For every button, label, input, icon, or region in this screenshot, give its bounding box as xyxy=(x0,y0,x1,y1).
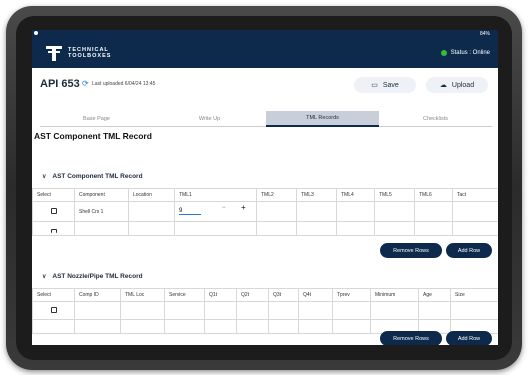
col-tml5: TML5 xyxy=(374,188,415,202)
brand-name: TECHNICAL TOOLBOXES xyxy=(68,47,111,59)
tab-checklists[interactable]: Checklists xyxy=(379,111,492,127)
col-tml-loc: TML Loc xyxy=(120,288,165,302)
col-comp-id: Comp ID xyxy=(74,288,121,302)
chevron-down-icon: ∨ xyxy=(42,174,47,180)
save-button[interactable]: ▭ Save xyxy=(354,77,416,93)
tab-base-page[interactable]: Base Page xyxy=(40,111,153,127)
col-tml1: TML1 xyxy=(174,188,257,202)
section-title: AST Component TML Record xyxy=(34,131,152,141)
upload-label: Upload xyxy=(451,81,475,89)
location-cell[interactable] xyxy=(128,201,175,222)
remove-rows-button[interactable]: Remove Rows xyxy=(380,243,442,258)
nozzle-tml-table: Select Comp ID TML Loc Service Q1t Q2t Q… xyxy=(32,288,498,334)
row-select-checkbox[interactable] xyxy=(50,207,57,214)
app-screen: 84% TECHNICAL TOOLBOXES Status : Online … xyxy=(32,30,498,345)
tml4-cell[interactable] xyxy=(336,201,375,222)
nozzle-section-title: AST Nozzle/Pipe TML Record xyxy=(52,273,143,280)
component-section-title: AST Component TML Record xyxy=(52,173,143,180)
col-q2t: Q2t xyxy=(236,288,269,302)
upload-button[interactable]: ☁ Upload xyxy=(426,77,488,93)
brand-logo: TECHNICAL TOOLBOXES xyxy=(46,45,111,61)
col-tml4: TML4 xyxy=(336,188,375,202)
tml6-cell[interactable] xyxy=(414,201,453,222)
table-row xyxy=(32,221,498,236)
col-size: Size xyxy=(450,288,498,302)
col-select: Select xyxy=(32,188,75,202)
page-header: API 653 ⟳ Last uploaded 6/04/24 13:45 ▭ … xyxy=(32,68,498,98)
component-header-row: Select Component Location TML1 TML2 TML3… xyxy=(32,188,498,202)
page-title-api: API 653 xyxy=(40,78,80,90)
col-q1t: Q1t xyxy=(204,288,237,302)
tml1-input[interactable]: 9 xyxy=(179,208,201,215)
component-cell[interactable]: Shell Crs 1 xyxy=(74,201,129,222)
col-tml3: TML3 xyxy=(296,188,337,202)
brand-line-2: TOOLBOXES xyxy=(68,53,112,59)
col-q3t: Q3t xyxy=(268,288,299,302)
tml1-cell: 9 − + xyxy=(174,201,257,222)
table-row: Shell Crs 1 9 − + xyxy=(32,201,498,222)
remove-rows-button[interactable]: Remove Rows xyxy=(380,331,442,345)
row-select-checkbox[interactable] xyxy=(50,229,57,233)
tab-write-up[interactable]: Write Up xyxy=(153,111,266,127)
tab-bar: Base Page Write Up TML Records Checklist… xyxy=(40,111,492,127)
last-uploaded-text: Last uploaded 6/04/24 13:45 xyxy=(92,81,156,87)
add-row-button[interactable]: Add Row xyxy=(446,243,492,258)
system-status-bar: 84% xyxy=(32,30,498,38)
save-label: Save xyxy=(382,81,399,89)
col-minimum: Minimum xyxy=(370,288,419,302)
nozzle-section-header[interactable]: ∨ AST Nozzle/Pipe TML Record xyxy=(42,273,143,280)
col-q4t: Q4t xyxy=(298,288,333,302)
logo-icon xyxy=(46,45,62,61)
camera-dot-icon xyxy=(34,31,38,35)
col-tml6: TML6 xyxy=(414,188,453,202)
tml3-cell[interactable] xyxy=(296,201,337,222)
increment-icon[interactable]: + xyxy=(241,203,246,212)
sync-icon[interactable]: ⟳ xyxy=(82,79,89,88)
col-tprev: Tprev xyxy=(332,288,371,302)
tml2-cell[interactable] xyxy=(256,201,297,222)
decrement-icon[interactable]: − xyxy=(222,205,226,211)
col-tml2: TML2 xyxy=(256,188,297,202)
chevron-down-icon: ∨ xyxy=(42,274,47,280)
col-tact: Tact xyxy=(452,188,498,202)
tact-cell[interactable] xyxy=(452,201,498,222)
component-section-header[interactable]: ∨ AST Component TML Record xyxy=(42,173,143,180)
battery-level: 84% xyxy=(479,31,490,37)
online-indicator-icon xyxy=(440,50,447,56)
save-icon: ▭ xyxy=(371,82,378,89)
component-tml-table: Select Component Location TML1 TML2 TML3… xyxy=(32,188,498,236)
add-row-button[interactable]: Add Row xyxy=(446,331,492,345)
nozzle-header-row: Select Comp ID TML Loc Service Q1t Q2t Q… xyxy=(32,288,498,302)
status-text: Status : Online xyxy=(450,50,490,56)
tml5-cell[interactable] xyxy=(374,201,415,222)
table-row xyxy=(32,301,498,320)
tab-tml-records[interactable]: TML Records xyxy=(266,111,379,127)
row-select-checkbox[interactable] xyxy=(50,306,57,313)
app-bar: TECHNICAL TOOLBOXES Status : Online xyxy=(32,38,498,68)
cloud-upload-icon: ☁ xyxy=(439,82,447,89)
col-select: Select xyxy=(32,288,75,302)
col-location: Location xyxy=(128,188,175,202)
col-age: Age xyxy=(418,288,451,302)
col-service: Service xyxy=(164,288,205,302)
connection-status: Status : Online xyxy=(440,50,490,56)
col-component: Component xyxy=(74,188,129,202)
